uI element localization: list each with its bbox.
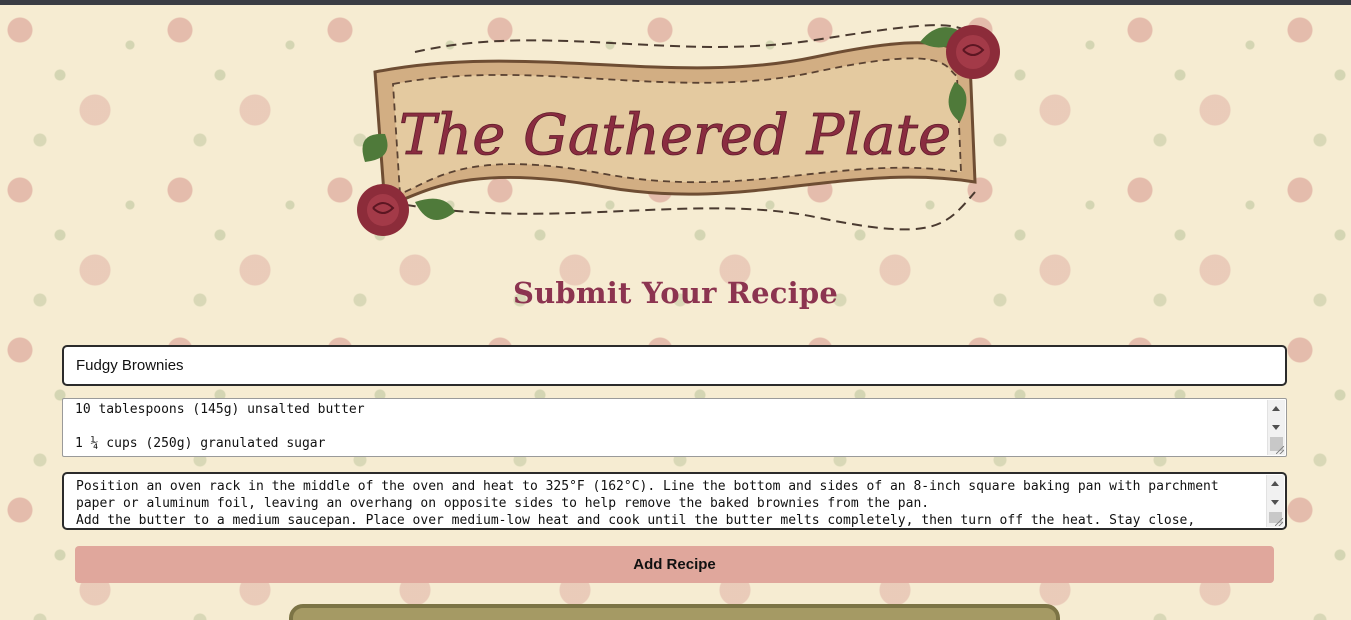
- top-strip: [0, 0, 1351, 5]
- ingredients-text: 10 tablespoons (145g) unsalted butter 1 …: [75, 402, 365, 451]
- resize-handle-icon[interactable]: [1275, 518, 1283, 526]
- scroll-down-icon[interactable]: [1271, 500, 1279, 505]
- resize-handle-icon[interactable]: [1276, 446, 1284, 454]
- add-recipe-button[interactable]: Add Recipe: [75, 546, 1274, 583]
- scroll-down-icon[interactable]: [1272, 425, 1280, 430]
- instructions-text: Position an oven rack in the middle of t…: [76, 479, 1219, 528]
- instructions-textarea[interactable]: Position an oven rack in the middle of t…: [62, 472, 1287, 530]
- scroll-up-icon[interactable]: [1271, 481, 1279, 486]
- ingredients-textarea[interactable]: 10 tablespoons (145g) unsalted butter 1 …: [62, 398, 1287, 457]
- page-title: Submit Your Recipe: [512, 276, 839, 310]
- site-logo[interactable]: The Gathered Plate: [345, 12, 1005, 252]
- recipe-list-panel: [289, 604, 1060, 620]
- scroll-up-icon[interactable]: [1272, 406, 1280, 411]
- recipe-name-input[interactable]: [62, 345, 1287, 386]
- logo-text: The Gathered Plate: [399, 103, 951, 168]
